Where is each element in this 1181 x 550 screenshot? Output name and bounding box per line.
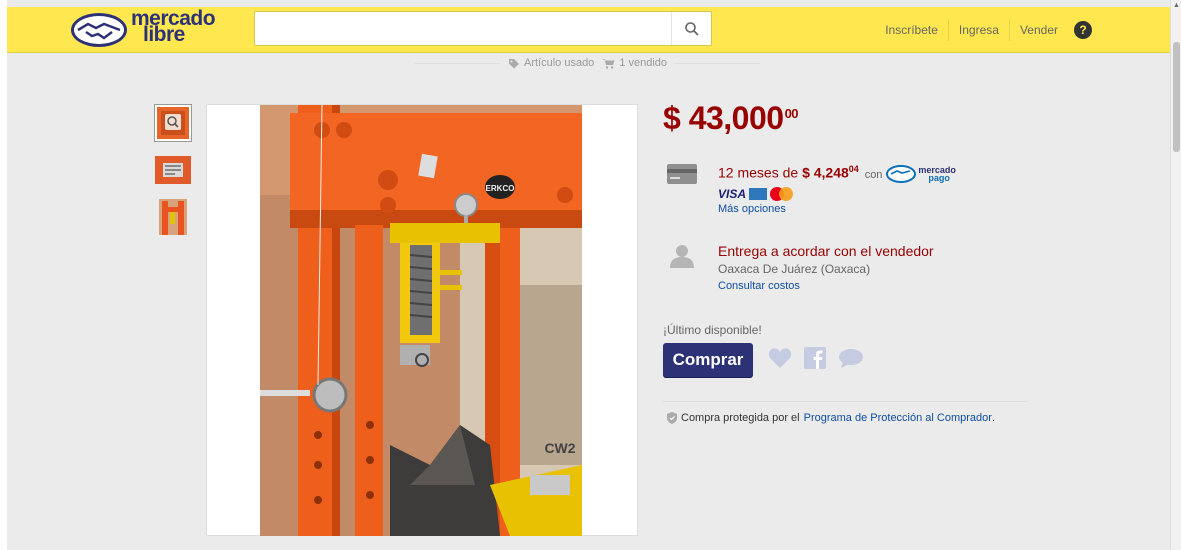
stock-status: ¡Último disponible! [663, 323, 762, 337]
sold-count: 1 vendido [619, 57, 668, 69]
thumbnail-2[interactable] [154, 151, 192, 189]
person-icon [667, 243, 697, 268]
price-cents: 00 [784, 106, 799, 121]
mercadolibre-logo[interactable]: mercado libre [71, 8, 221, 49]
header: mercado libre Inscríbete Ingresa Vender … [7, 7, 1170, 53]
installments-con: con [864, 168, 883, 181]
visa-logo: VISA [718, 186, 747, 201]
product-price: $ 43,00000 [663, 100, 799, 137]
cart-icon [602, 58, 615, 69]
installments-text: 12 meses de [718, 164, 799, 181]
delivery-title: Entrega a acordar con el vendedor [718, 243, 934, 259]
hydraulic-press-photo: ERKCO CW2 [260, 105, 582, 536]
credit-card-icon [667, 164, 697, 186]
consult-costs-link[interactable]: Consultar costos [718, 280, 934, 292]
top-nav: Inscríbete Ingresa Vender ? [875, 19, 1092, 41]
facebook-icon[interactable] [804, 347, 826, 369]
heart-icon[interactable] [768, 347, 792, 369]
search-button[interactable] [671, 12, 711, 45]
search-box [254, 11, 712, 46]
installments-amount: $ 4,248 [802, 164, 849, 181]
protection-suffix: . [991, 412, 995, 424]
divider [415, 62, 500, 64]
more-options-link[interactable]: Más opciones [718, 203, 956, 215]
tag-icon [508, 58, 519, 68]
card-logos: VISA [718, 186, 956, 201]
page: mercado libre Inscríbete Ingresa Vender … [0, 0, 1181, 550]
item-meta: Artículo usado 1 vendido [415, 54, 761, 72]
handshake-icon [886, 164, 917, 183]
search-input[interactable] [255, 12, 671, 45]
social-actions [768, 347, 864, 369]
nav-login[interactable]: Ingresa [947, 19, 1009, 41]
divider [663, 401, 1027, 402]
shield-icon [667, 412, 677, 424]
mp-line2: pago [928, 172, 950, 183]
buyer-protection: Compra protegida por el Programa de Prot… [667, 412, 995, 424]
protection-prefix: Compra protegida por el [681, 412, 800, 424]
handshake-icon [71, 13, 127, 47]
thumbnail-3[interactable] [154, 198, 192, 236]
comment-icon[interactable] [838, 347, 864, 369]
buy-button[interactable]: Comprar [663, 343, 753, 377]
scrollbar-thumb[interactable] [1173, 42, 1180, 152]
frame-edge [0, 0, 7, 550]
search-icon [684, 21, 699, 36]
product-image[interactable]: ERKCO CW2 [206, 104, 638, 536]
nav-signup[interactable]: Inscríbete [875, 19, 948, 41]
help-icon[interactable]: ? [1074, 21, 1092, 39]
image-brand-text: ERKCO [486, 184, 515, 193]
mercadopago-logo: mercado pago [886, 164, 956, 183]
thumbnail-1[interactable] [154, 104, 192, 142]
delivery-location: Oaxaca De Juárez (Oaxaca) [718, 262, 871, 276]
image-cw2-text: CW2 [544, 440, 575, 456]
price-value: $ 43,000 [663, 100, 784, 136]
scroll-up-icon[interactable]: ▲ [1173, 2, 1180, 9]
condition-label: Artículo usado [523, 57, 595, 69]
installments-cents: 04 [848, 164, 859, 174]
scrollbar[interactable]: ▲ [1170, 0, 1181, 550]
nav-sell[interactable]: Vender [1008, 19, 1068, 41]
divider [675, 62, 761, 64]
thumbnail-list [154, 104, 192, 245]
protection-program-link[interactable]: Programa de Protección al Comprador [804, 412, 992, 424]
mastercard-icon [770, 186, 794, 201]
logo-wordmark: mercado libre [131, 8, 216, 45]
amex-icon [749, 187, 768, 200]
